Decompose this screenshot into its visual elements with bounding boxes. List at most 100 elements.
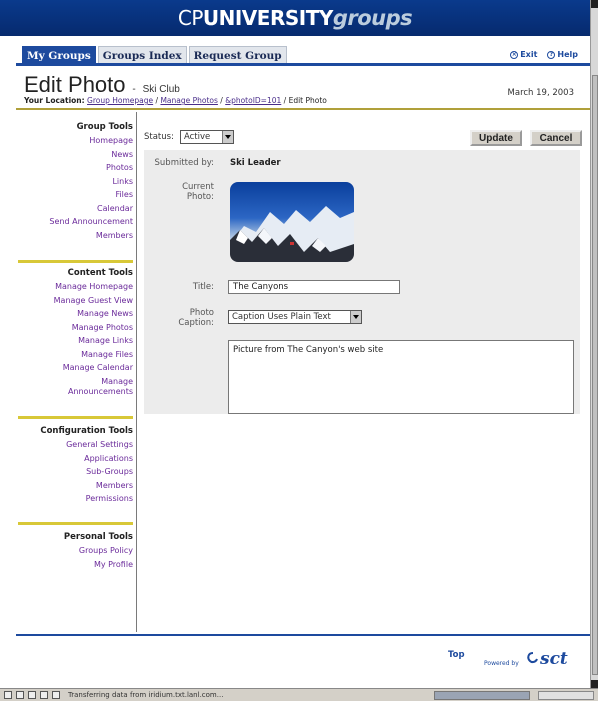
- tab-underline: [16, 63, 590, 66]
- sidebar-divider: [18, 260, 133, 263]
- sidebar-heading-content-tools: Content Tools: [67, 268, 133, 278]
- sidebar-heading-personal-tools: Personal Tools: [63, 532, 133, 542]
- sidebar-heading-configuration-tools: Configuration Tools: [40, 426, 133, 436]
- sidebar-item-config-members[interactable]: Members: [18, 479, 133, 493]
- site-logo: CPUNIVERSITYgroups: [177, 6, 413, 30]
- logo-university: UNIVERSITY: [202, 6, 333, 30]
- breadcrumb-photo-id[interactable]: &photoID=101: [225, 96, 281, 105]
- sidebar-item-my-profile[interactable]: My Profile: [18, 558, 133, 572]
- sidebar-item-sub-groups[interactable]: Sub-Groups: [18, 465, 133, 479]
- status-row: Status: Active: [144, 130, 234, 144]
- sidebar-divider: [18, 522, 133, 525]
- cancel-button[interactable]: Cancel: [530, 130, 582, 146]
- scroll-up-arrow[interactable]: [591, 0, 598, 8]
- breadcrumb-group-homepage[interactable]: Group Homepage: [87, 96, 153, 105]
- submitted-by-label: Submitted by:: [154, 158, 214, 168]
- current-photo: [230, 182, 354, 262]
- help-link[interactable]: ? Help: [547, 50, 578, 59]
- sidebar-item-files[interactable]: Files: [18, 188, 133, 202]
- edit-photo-panel: Submitted by: Ski Leader Current Photo: …: [144, 150, 580, 414]
- sidebar-item-send-announcement[interactable]: Send Announcement: [18, 215, 133, 229]
- page-date: March 19, 2003: [507, 88, 574, 98]
- sidebar-item-applications[interactable]: Applications: [18, 452, 133, 466]
- network-icon[interactable]: [40, 691, 48, 699]
- photo-caption-textarea[interactable]: Picture from The Canyon's web site: [228, 340, 574, 414]
- title-label: Title:: [192, 282, 214, 292]
- sidebar-group-tools: Group Tools Homepage News Photos Links F…: [18, 122, 133, 242]
- sidebar-item-calendar[interactable]: Calendar: [18, 202, 133, 216]
- mail-icon[interactable]: [16, 691, 24, 699]
- chevron-down-icon: [350, 311, 361, 323]
- status-text: Transferring data from iridium.txt.lanl.…: [68, 691, 224, 699]
- sidebar-item-manage-files[interactable]: Manage Files: [18, 348, 133, 362]
- sidebar-item-photos[interactable]: Photos: [18, 161, 133, 175]
- breadcrumb-prefix: Your Location:: [24, 96, 85, 105]
- exit-icon: ×: [510, 50, 519, 59]
- mountain-photo-image: [230, 206, 354, 262]
- sidebar-content-tools: Content Tools Manage Homepage Manage Gue…: [18, 268, 133, 399]
- update-button[interactable]: Update: [470, 130, 522, 146]
- sidebar-item-homepage[interactable]: Homepage: [18, 134, 133, 148]
- sidebar: Group Tools Homepage News Photos Links F…: [0, 112, 137, 632]
- sidebar-item-groups-policy[interactable]: Groups Policy: [18, 544, 133, 558]
- page-icon[interactable]: [52, 691, 60, 699]
- exit-link[interactable]: × Exit: [510, 50, 537, 59]
- scrollbar-thumb[interactable]: [592, 75, 598, 675]
- sidebar-item-manage-calendar[interactable]: Manage Calendar: [18, 361, 133, 375]
- top-links: × Exit ? Help: [510, 50, 578, 59]
- sidebar-personal-tools: Personal Tools Groups Policy My Profile: [18, 532, 133, 571]
- sidebar-item-members[interactable]: Members: [18, 229, 133, 243]
- photo-caption-label: Photo Caption:: [178, 308, 214, 328]
- exit-label: Exit: [520, 50, 538, 59]
- sidebar-item-manage-homepage[interactable]: Manage Homepage: [18, 280, 133, 294]
- tab-bar: My Groups Groups Index Request Group × Ex…: [0, 36, 590, 66]
- status-select-value: Active: [183, 132, 211, 142]
- current-photo-label: Current Photo:: [182, 182, 214, 202]
- footer-rule: [16, 634, 590, 636]
- sidebar-item-manage-photos[interactable]: Manage Photos: [18, 321, 133, 335]
- sidebar-item-manage-announcements[interactable]: Manage Announcements: [18, 377, 133, 397]
- sidebar-item-permissions[interactable]: Permissions: [18, 492, 133, 506]
- sidebar-item-manage-news[interactable]: Manage News: [18, 307, 133, 321]
- chevron-down-icon: [221, 131, 233, 143]
- sidebar-heading-group-tools: Group Tools: [76, 122, 133, 132]
- title-input[interactable]: The Canyons: [228, 280, 400, 294]
- page-title: Edit Photo: [24, 72, 126, 97]
- sidebar-item-news[interactable]: News: [18, 148, 133, 162]
- sidebar-item-links[interactable]: Links: [18, 175, 133, 189]
- logo-groups: groups: [332, 6, 413, 30]
- caption-mode-value: Caption Uses Plain Text: [232, 312, 331, 322]
- sidebar-item-manage-links[interactable]: Manage Links: [18, 334, 133, 348]
- top-link[interactable]: Top: [448, 650, 465, 660]
- title-area: Edit Photo - Ski Club: [24, 72, 180, 98]
- help-icon: ?: [547, 50, 556, 59]
- sct-logo-text: sct: [540, 649, 568, 669]
- group-name: Ski Club: [142, 84, 180, 95]
- status-label: Status:: [144, 132, 174, 142]
- sidebar-item-general-settings[interactable]: General Settings: [18, 438, 133, 452]
- sidebar-item-manage-guest-view[interactable]: Manage Guest View: [18, 294, 133, 308]
- breadcrumb-manage-photos[interactable]: Manage Photos: [160, 96, 217, 105]
- sidebar-divider: [18, 416, 133, 419]
- globe-icon[interactable]: [4, 691, 12, 699]
- sct-logo: sct: [526, 649, 568, 669]
- breadcrumb-current: Edit Photo: [288, 96, 327, 105]
- title-rule: [16, 108, 590, 110]
- breadcrumb-sep: /: [281, 96, 289, 105]
- sct-swirl-icon: [527, 652, 538, 664]
- breadcrumb: Your Location: Group Homepage / Manage P…: [24, 96, 327, 105]
- site-banner: CPUNIVERSITYgroups: [0, 0, 590, 36]
- caption-mode-select[interactable]: Caption Uses Plain Text: [228, 310, 362, 324]
- powered-by-label: Powered by: [484, 660, 519, 667]
- security-zone-indicator: [538, 691, 594, 700]
- browser-status-bar: Transferring data from iridium.txt.lanl.…: [0, 688, 598, 701]
- status-icons: [0, 691, 60, 699]
- logo-cp: CP: [177, 6, 204, 30]
- vertical-scrollbar[interactable]: [590, 0, 598, 688]
- loading-progress-bar: [434, 691, 530, 700]
- help-label: Help: [557, 50, 578, 59]
- status-select[interactable]: Active: [179, 130, 234, 144]
- scroll-down-arrow[interactable]: [591, 680, 598, 688]
- person-icon[interactable]: [28, 691, 36, 699]
- title-separator: -: [132, 84, 136, 95]
